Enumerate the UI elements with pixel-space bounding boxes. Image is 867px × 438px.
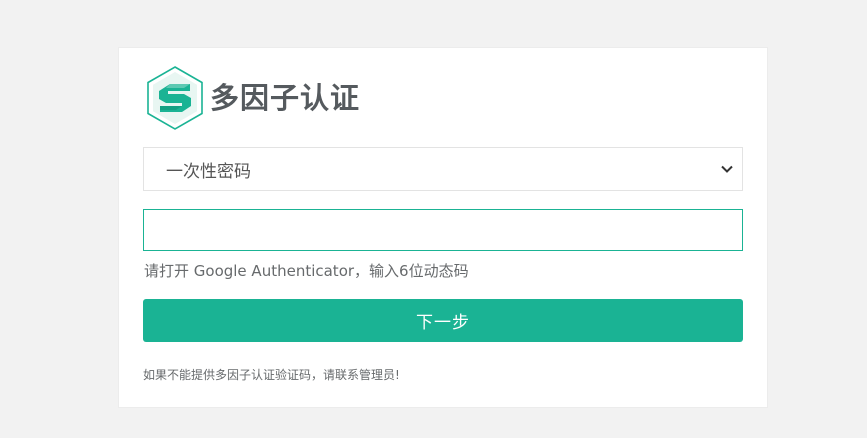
otp-code-input[interactable] bbox=[143, 209, 743, 251]
page-title: 多因子认证 bbox=[210, 80, 361, 115]
next-step-button[interactable]: 下一步 bbox=[143, 299, 743, 342]
otp-hint-text: 请打开 Google Authenticator，输入6位动态码 bbox=[144, 262, 469, 280]
header: 多因子认证 bbox=[146, 66, 360, 130]
chevron-down-icon bbox=[721, 165, 733, 173]
auth-method-select[interactable]: 一次性密码 bbox=[143, 147, 743, 191]
mfa-card: 多因子认证 一次性密码 请打开 Google Authenticator，输入6… bbox=[118, 47, 768, 408]
contact-admin-note: 如果不能提供多因子认证验证码，请联系管理员! bbox=[143, 368, 400, 382]
hexagon-s-logo-icon bbox=[147, 66, 203, 130]
auth-method-selected-value: 一次性密码 bbox=[166, 161, 251, 182]
